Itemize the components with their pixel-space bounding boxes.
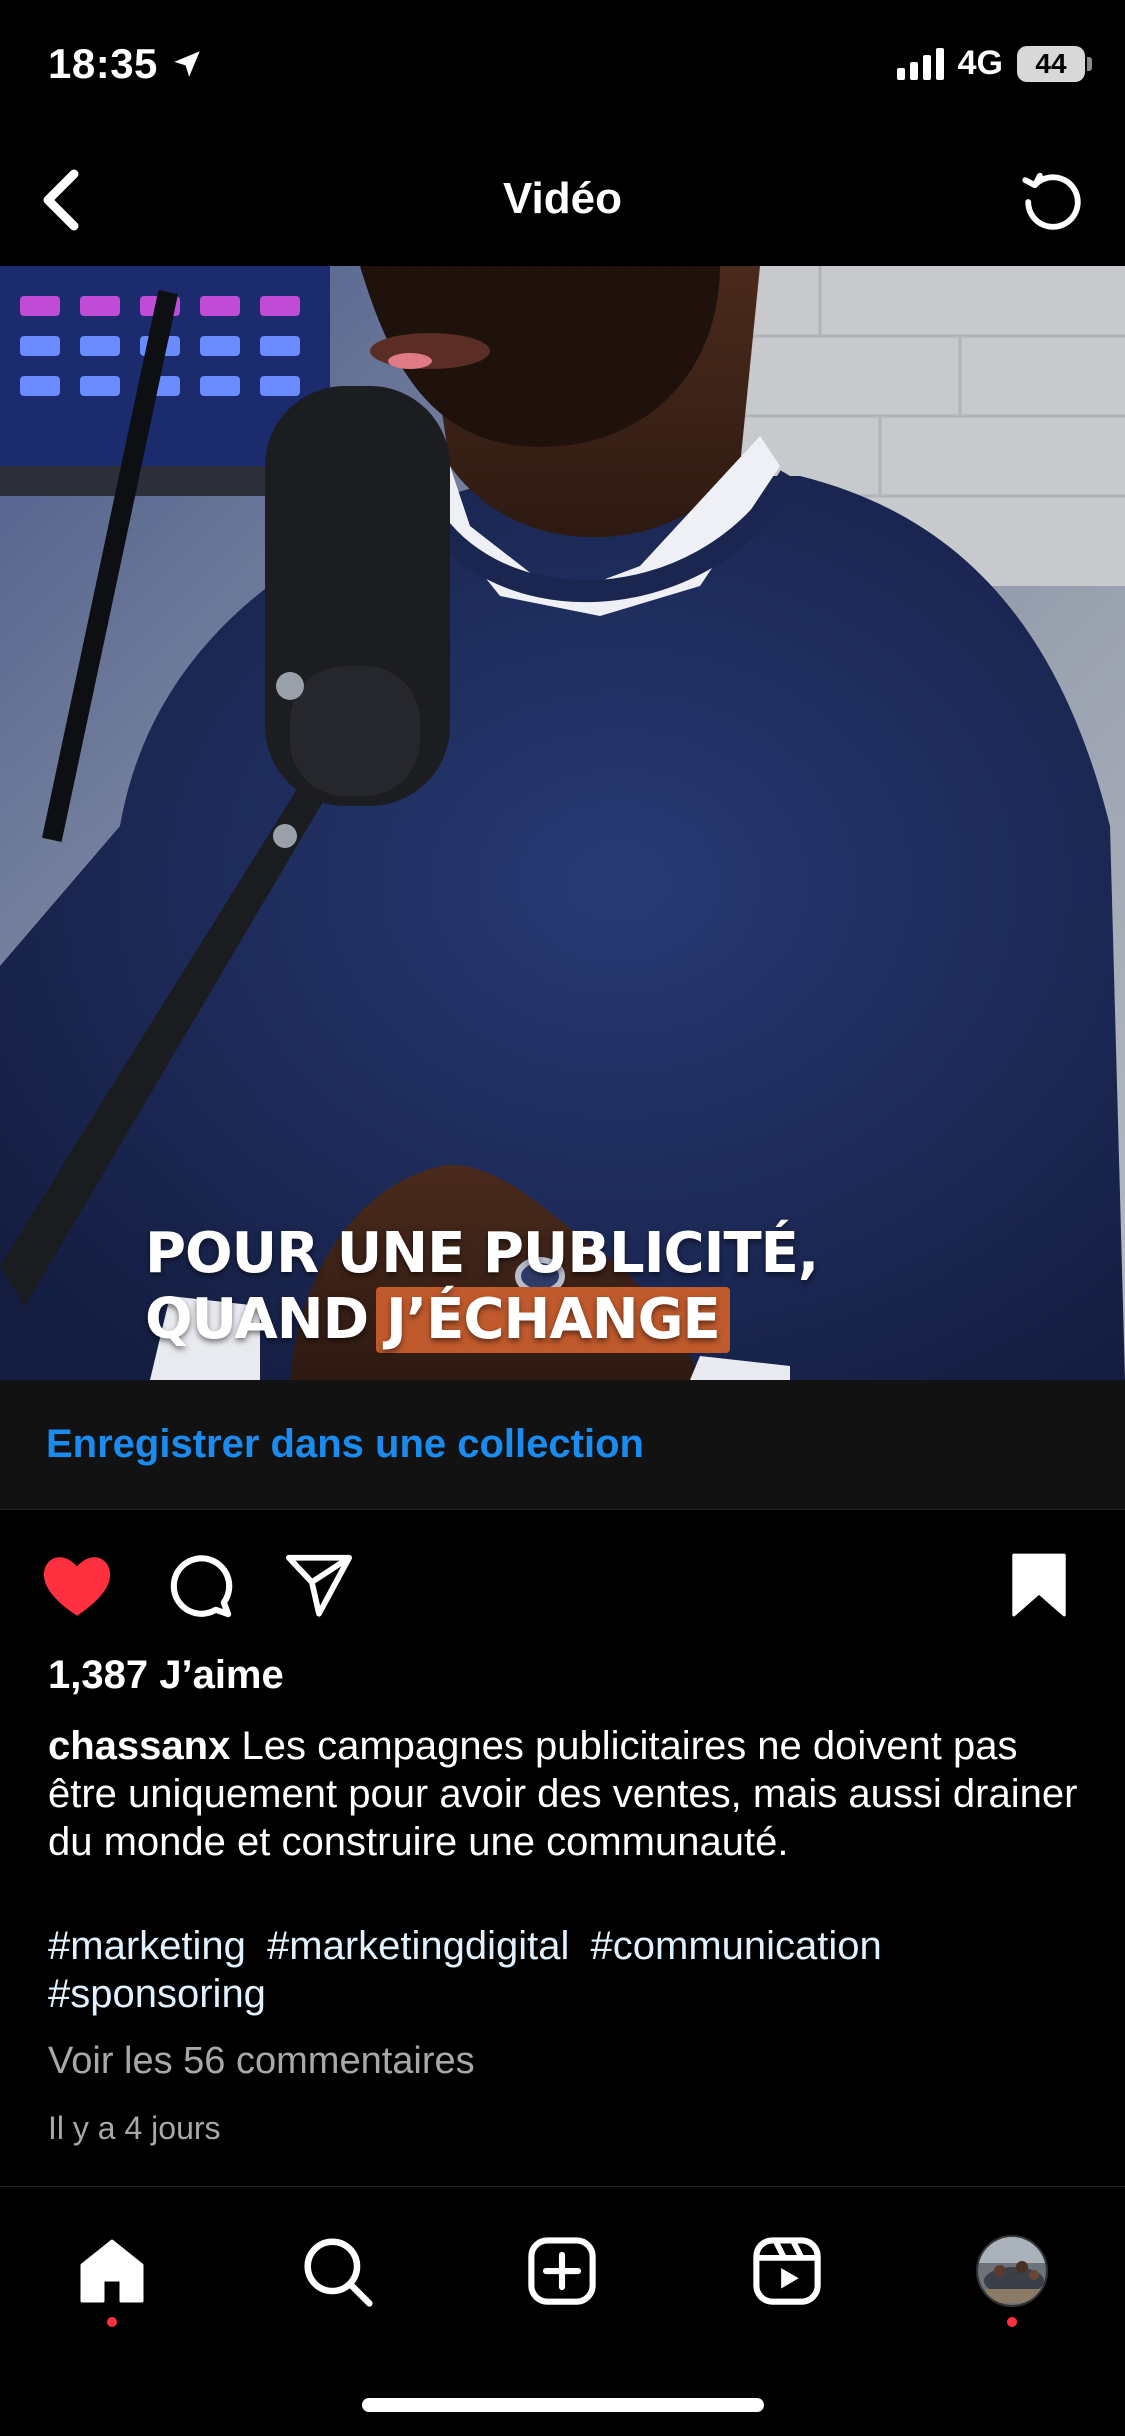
hashtag[interactable]: #marketingdigital xyxy=(267,1924,569,1968)
likes-count[interactable]: 1,387 J’aime xyxy=(48,1653,284,1698)
network-type: 4G xyxy=(957,44,1003,82)
post-actions xyxy=(0,1540,1125,1630)
refresh-icon xyxy=(1022,172,1081,230)
refresh-button[interactable] xyxy=(1011,160,1095,244)
share-button[interactable] xyxy=(274,1540,364,1630)
send-icon xyxy=(286,1554,353,1617)
save-collection-bar: Enregistrer dans une collection xyxy=(0,1380,1125,1510)
save-to-collection-link[interactable]: Enregistrer dans une collection xyxy=(46,1422,644,1467)
home-icon xyxy=(80,2239,144,2303)
save-button[interactable] xyxy=(994,1540,1084,1630)
battery-level: 44 xyxy=(1035,47,1067,79)
avatar-image xyxy=(978,2237,1046,2305)
caption-line-2-plain: QUAND xyxy=(145,1287,369,1352)
tab-reels[interactable] xyxy=(737,2221,837,2321)
home-indicator[interactable] xyxy=(362,2398,764,2412)
hashtag[interactable]: #marketing xyxy=(48,1924,246,1968)
video-caption: POUR UNE PUBLICITÉ, QUAND J’ÉCHANGE xyxy=(145,1221,819,1353)
tab-create[interactable] xyxy=(512,2221,612,2321)
video-player[interactable]: POUR UNE PUBLICITÉ, QUAND J’ÉCHANGE xyxy=(0,266,1125,1380)
username[interactable]: chassanx xyxy=(48,1724,230,1768)
caption-line-2: QUAND J’ÉCHANGE xyxy=(145,1287,818,1353)
status-indicators: 4G 44 xyxy=(896,44,1092,83)
hashtags: #marketing #marketingdigital #communicat… xyxy=(48,1922,1088,2018)
caption-line-1: POUR UNE PUBLICITÉ, xyxy=(145,1221,819,1286)
status-bar: 18:35 4G 44 xyxy=(0,0,1125,140)
like-button[interactable] xyxy=(32,1540,122,1630)
hashtag[interactable]: #communication xyxy=(591,1924,882,1968)
create-icon xyxy=(528,2237,596,2305)
profile-avatar xyxy=(976,2235,1048,2307)
clock: 18:35 xyxy=(48,40,158,87)
video-frame xyxy=(0,266,1125,1380)
view-comments-link[interactable]: Voir les 56 commentaires xyxy=(48,2040,475,2083)
location-arrow-icon xyxy=(174,51,200,77)
bookmark-filled-icon xyxy=(1012,1553,1066,1617)
notification-dot xyxy=(107,2317,117,2327)
notification-dot xyxy=(1007,2317,1017,2327)
nav-header: Vidéo xyxy=(0,140,1125,266)
status-time: 18:35 xyxy=(48,40,204,88)
post-timestamp: Il y a 4 jours xyxy=(48,2110,221,2146)
hashtag[interactable]: #sponsoring xyxy=(48,1972,266,2016)
search-icon xyxy=(304,2238,373,2307)
tab-home[interactable] xyxy=(62,2221,162,2327)
reels-icon xyxy=(753,2237,821,2305)
battery-icon: 44 xyxy=(1017,45,1092,82)
comment-button[interactable] xyxy=(154,1540,244,1630)
page-title: Vidéo xyxy=(502,174,622,223)
comment-icon xyxy=(170,1555,233,1618)
tab-profile[interactable] xyxy=(962,2221,1062,2327)
tab-search[interactable] xyxy=(287,2221,387,2321)
cellular-signal-icon xyxy=(896,47,944,80)
heart-filled-icon xyxy=(43,1557,111,1616)
post-caption: chassanx Les campagnes publicitaires ne … xyxy=(48,1722,1088,1866)
caption-highlight: J’ÉCHANGE xyxy=(376,1287,730,1353)
